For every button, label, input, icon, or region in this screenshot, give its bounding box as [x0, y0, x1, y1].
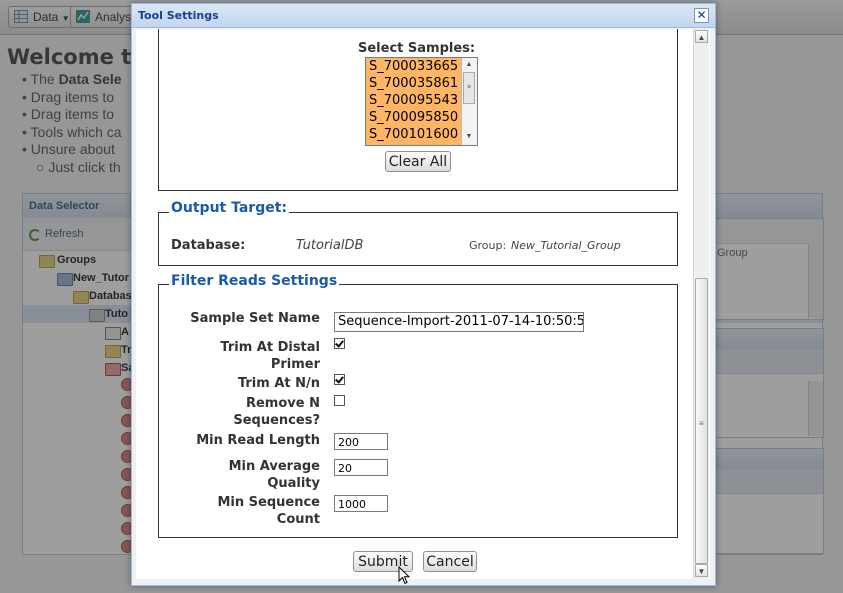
database-value: TutorialDB [296, 238, 364, 253]
close-button[interactable]: ✕ [694, 8, 709, 23]
remove-n-label: Remove N Sequences? [233, 396, 320, 428]
dialog-title: Tool Settings [138, 9, 219, 22]
remove-n-checkbox[interactable] [334, 395, 345, 406]
scroll-down-icon[interactable]: ▼ [463, 131, 475, 143]
cancel-button[interactable]: Cancel [423, 551, 477, 572]
scroll-thumb[interactable]: ≡ [695, 278, 708, 564]
trim-n-label: Trim At N/n [237, 376, 320, 391]
sample-set-name-label: Sample Set Name [190, 311, 320, 326]
filter-reads-legend: Filter Reads Settings [169, 273, 340, 289]
mouse-cursor-icon [398, 566, 411, 585]
database-label: Database: [171, 238, 246, 253]
clear-all-button[interactable]: Clear All [385, 151, 451, 172]
min-read-length-input[interactable]: 200 [334, 433, 388, 450]
listbox-scrollbar[interactable]: ▲ ≡ ▼ [461, 58, 477, 145]
min-seq-count-label: Min Sequence Count [217, 495, 320, 527]
group-value: New_Tutorial_Group [511, 239, 621, 252]
output-target-legend: Output Target: [169, 200, 290, 216]
trim-n-checkbox[interactable] [334, 374, 345, 385]
trim-distal-label: Trim At Distal Primer [220, 340, 320, 372]
scroll-down-icon[interactable]: ▼ [695, 564, 708, 577]
tool-settings-dialog: Tool Settings ✕ Select Samples: S_700033… [131, 3, 716, 586]
dialog-titlebar[interactable]: Tool Settings ✕ [132, 4, 715, 28]
sample-set-name-input[interactable]: Sequence-Import-2011-07-14-10:50:54 [334, 312, 584, 332]
min-avg-quality-input[interactable]: 20 [334, 459, 388, 476]
close-icon: ✕ [696, 8, 707, 22]
group-label: Group: [469, 239, 507, 252]
min-avg-quality-label: Min Average Quality [228, 459, 320, 491]
samples-listbox[interactable]: S_700033665 S_700035861 S_700095543 S_70… [365, 57, 478, 146]
dialog-scrollbar[interactable]: ▲ ≡ ▼ [693, 29, 709, 579]
scroll-up-icon[interactable]: ▲ [463, 59, 475, 71]
scroll-thumb[interactable]: ≡ [463, 72, 475, 104]
min-seq-count-input[interactable]: 1000 [334, 495, 388, 512]
select-samples-label: Select Samples: [358, 41, 476, 56]
trim-distal-checkbox[interactable] [334, 338, 345, 349]
dialog-body: Select Samples: S_700033665 S_700035861 … [136, 29, 710, 579]
scroll-up-icon[interactable]: ▲ [695, 30, 708, 43]
grip-icon: ≡ [699, 419, 704, 428]
min-read-length-label: Min Read Length [196, 433, 320, 448]
